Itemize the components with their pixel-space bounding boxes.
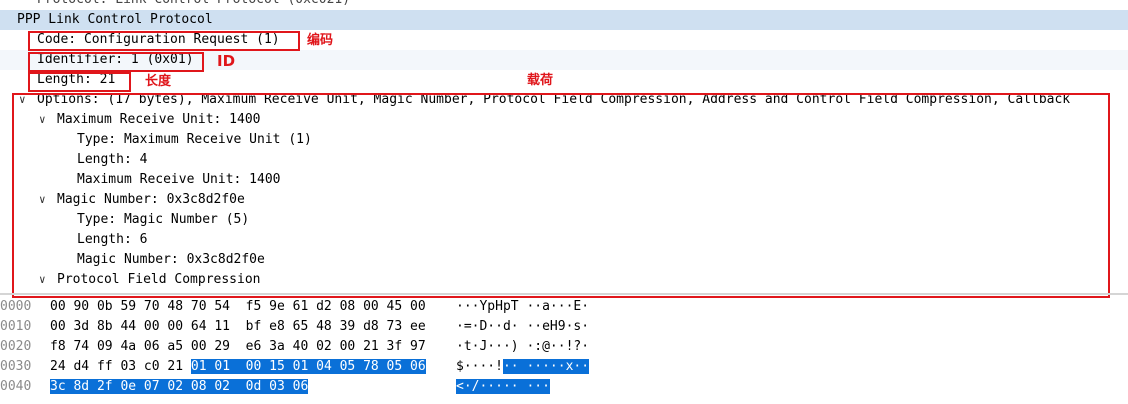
- annotation-id: ID: [217, 52, 236, 70]
- payload-highlight-box: [12, 93, 1110, 298]
- hex-offset: 0040: [0, 379, 32, 394]
- hex-ascii-selected: <·/····· ···: [456, 379, 550, 394]
- hex-ascii-selected: ·· ·····x··: [502, 359, 590, 374]
- hex-row[interactable]: 0030 24 d4 ff 03 c0 21 01 01 00 15 01 04…: [0, 357, 1128, 377]
- packet-bytes-pane[interactable]: 0000 00 90 0b 59 70 48 70 54 f5 9e 61 d2…: [0, 297, 1128, 404]
- pane-divider[interactable]: [0, 293, 1128, 295]
- hex-bytes[interactable]: f8 74 09 4a 06 a5 00 29 e6 3a 40 02 00 2…: [50, 337, 426, 357]
- hex-row[interactable]: 0000 00 90 0b 59 70 48 70 54 f5 9e 61 d2…: [0, 297, 1128, 317]
- hex-offset: 0030: [0, 359, 32, 374]
- hex-bytes[interactable]: 3c 8d 2f 0e 07 02 08 02 0d 03 06: [50, 377, 309, 397]
- hex-ascii[interactable]: ·t·J···) ·:@··!?·: [456, 337, 589, 357]
- hex-row[interactable]: 0040 3c 8d 2f 0e 07 02 08 02 0d 03 06 <·…: [0, 377, 1128, 397]
- annotation-length: 长度: [145, 74, 172, 89]
- tree-row-protocol[interactable]: Protocol: Link Control Protocol (0xc021): [0, 0, 1128, 10]
- hex-bytes-selected: 01 01 00 15 01 04 05 78 05 06: [190, 359, 426, 374]
- code-highlight-box: [28, 31, 300, 51]
- hex-offset: 0000: [0, 299, 32, 314]
- tree-row-label: PPP Link Control Protocol: [17, 12, 213, 27]
- hex-ascii[interactable]: $····!·· ·····x··: [456, 357, 590, 377]
- annotation-payload: 载荷: [527, 73, 554, 88]
- hex-bytes[interactable]: 00 3d 8b 44 00 00 64 11 bf e8 65 48 39 d…: [50, 317, 426, 337]
- hex-offset: 0020: [0, 339, 32, 354]
- hex-ascii[interactable]: ···YpHpT ··a···E·: [456, 297, 589, 317]
- hex-bytes-plain: 24 d4 ff 03 c0 21: [50, 359, 191, 374]
- hex-ascii[interactable]: <·/····· ···: [456, 377, 550, 397]
- hex-bytes[interactable]: 24 d4 ff 03 c0 21 01 01 00 15 01 04 05 7…: [50, 357, 426, 377]
- hex-bytes[interactable]: 00 90 0b 59 70 48 70 54 f5 9e 61 d2 08 0…: [50, 297, 426, 317]
- hex-offset: 0010: [0, 319, 32, 334]
- hex-ascii-plain: $····!: [456, 359, 503, 374]
- hex-bytes-selected: 3c 8d 2f 0e 07 02 08 02 0d 03 06: [50, 379, 309, 394]
- tree-row-ppp-lcp[interactable]: PPP Link Control Protocol: [0, 10, 1128, 30]
- identifier-highlight-box: [28, 52, 204, 72]
- hex-row[interactable]: 0020 f8 74 09 4a 06 a5 00 29 e6 3a 40 02…: [0, 337, 1128, 357]
- tree-row-label: Protocol: Link Control Protocol (0xc021): [37, 0, 350, 10]
- annotation-code: 编码: [307, 33, 334, 48]
- hex-row[interactable]: 0010 00 3d 8b 44 00 00 64 11 bf e8 65 48…: [0, 317, 1128, 337]
- hex-ascii[interactable]: ·=·D··d· ··eH9·s·: [456, 317, 589, 337]
- length-highlight-box: [28, 72, 131, 92]
